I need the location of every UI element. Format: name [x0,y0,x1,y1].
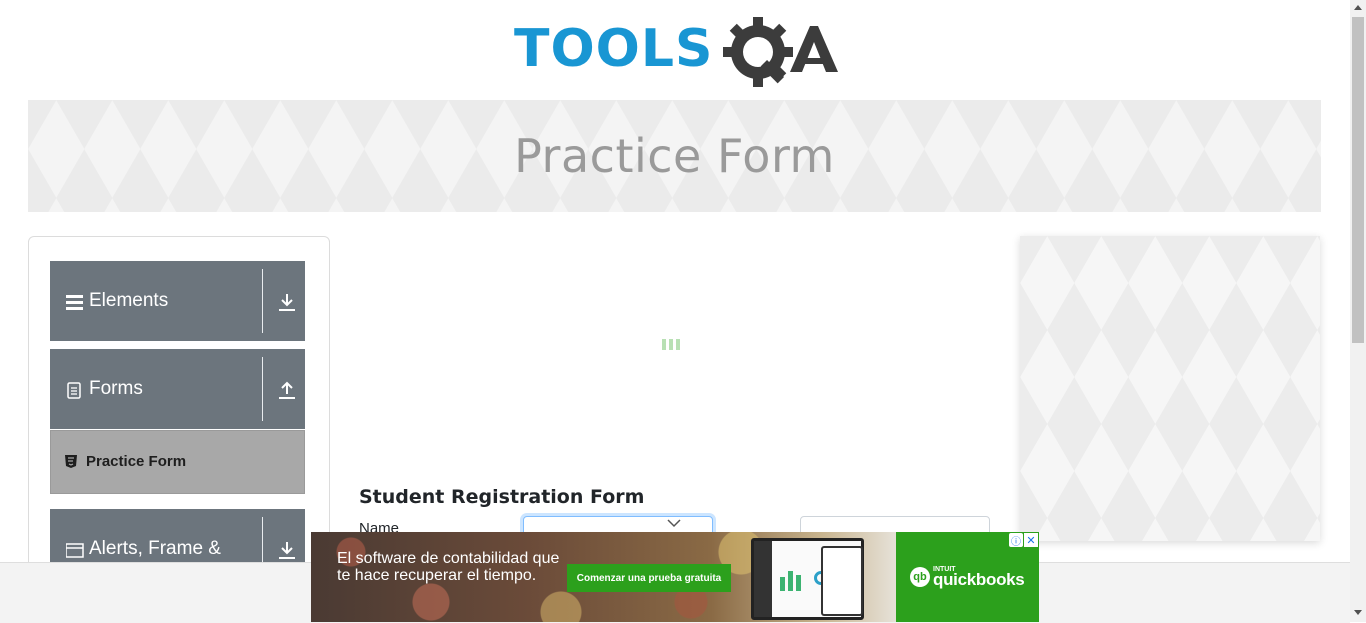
scrollbar-thumb[interactable] [1352,17,1364,343]
upload-arrow-icon [279,381,295,399]
sidebar-group-label: Elements [89,290,169,311]
divider [262,357,263,421]
sidebar-item-label: Practice Form [86,453,187,470]
side-ad-placeholder [1020,236,1320,541]
bottom-ad-banner[interactable]: El software de contabilidad que te hace … [311,532,1039,622]
form-title: Student Registration Form [359,486,645,508]
scroll-down-icon[interactable] [1354,610,1362,615]
sidebar-group-elements[interactable]: Elements [50,261,305,341]
page-banner: Practice Form [28,100,1321,212]
gear-icon [723,17,793,87]
ad-phone-image [821,546,863,616]
ad-brand: quickbooks [933,570,1025,589]
window-icon [66,543,84,558]
divider [262,269,263,333]
scroll-up-icon[interactable] [1354,5,1362,10]
page-scrollbar[interactable] [1350,0,1366,622]
sidebar-group-label: Forms [89,378,143,399]
quickbooks-logo-icon: qb [910,567,930,587]
sidebar-group-forms[interactable]: Forms [50,349,305,429]
document-icon [67,382,81,399]
ad-cta-button[interactable]: Comenzar una prueba gratuita [567,564,731,592]
chevron-down-icon [667,519,681,528]
loading-indicator [662,339,680,350]
sidebar-group-label: Alerts, Frame & [89,538,221,559]
toolsqa-logo[interactable]: TOOLS [514,14,840,92]
page-title: Practice Form [514,129,835,183]
close-icon[interactable]: ✕ [1024,533,1038,547]
sidebar: Elements Forms Practice Form Alerts, Fra… [28,236,330,578]
ad-headline: El software de contabilidad que te hace … [337,550,560,584]
download-arrow-icon [279,294,295,311]
hamburger-icon [66,295,83,310]
html5-icon [65,455,77,468]
sidebar-item-practice-form[interactable]: Practice Form [50,430,305,494]
download-arrow-icon [279,542,295,559]
svg-text:TOOLS: TOOLS [514,19,713,79]
adchoices-icon[interactable]: ⓘ [1009,533,1023,548]
